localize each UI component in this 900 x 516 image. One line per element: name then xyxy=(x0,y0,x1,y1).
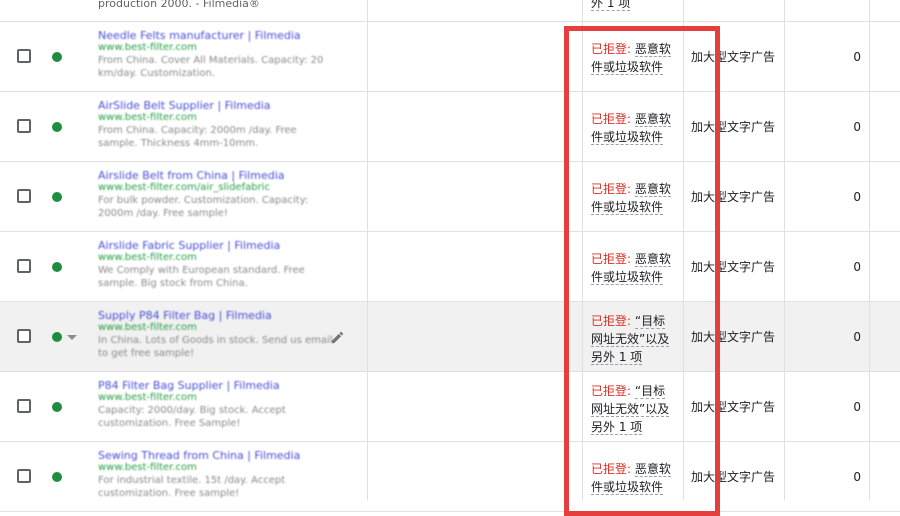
ad-headline[interactable]: Airslide Fabric Supplier | Filmedia xyxy=(98,240,338,252)
edit-pencil-icon[interactable] xyxy=(330,330,345,345)
metric-value: 0 xyxy=(853,260,861,274)
status-cell: 已拒登: 恶意软件或垃圾软件 xyxy=(591,110,675,146)
status-cell: 外 1 项 xyxy=(591,0,675,12)
row-checkbox[interactable] xyxy=(17,119,31,133)
ad-description: For bulk powder. Customization. Capacity… xyxy=(98,195,309,219)
ad-url: www.best-filter.com/air_slidefabric xyxy=(98,182,270,193)
status-dot-enabled-icon xyxy=(52,192,62,202)
table-row-partial: production 2000. - Filmedia® 外 1 项 xyxy=(0,0,900,22)
ad-preview[interactable]: Airslide Belt from China | Filmedia www.… xyxy=(98,170,338,220)
column-divider xyxy=(869,0,870,500)
status-dot-enabled-icon xyxy=(52,122,62,132)
ad-description: In China. Lots of Goods in stock. Send u… xyxy=(98,335,333,359)
ad-preview[interactable]: AirSlide Belt Supplier | Filmedia www.be… xyxy=(98,100,338,150)
status-rejected-label: 已拒登: xyxy=(591,42,632,56)
status-rejected-label: 已拒登: xyxy=(591,182,632,196)
status-cell: 已拒登: 恶意软件或垃圾软件 xyxy=(591,40,675,76)
ad-description: Capacity: 2000/day. Big stock. Accept cu… xyxy=(98,405,286,429)
ad-preview[interactable]: Airslide Fabric Supplier | Filmedia www.… xyxy=(98,240,338,290)
row-checkbox[interactable] xyxy=(17,49,31,63)
status-rejected-label: 已拒登: xyxy=(591,314,632,328)
metric-value: 0 xyxy=(853,120,861,134)
ad-url: www.best-filter.com xyxy=(98,322,197,333)
metric-value: 0 xyxy=(853,470,861,484)
status-dot-enabled-icon[interactable] xyxy=(52,332,62,342)
ad-preview[interactable]: Needle Felts manufacturer | Filmedia www… xyxy=(98,30,338,80)
ad-url: www.best-filter.com xyxy=(98,112,197,123)
table-row[interactable]: Airslide Belt from China | Filmedia www.… xyxy=(0,162,900,232)
status-cell: 已拒登: 恶意软件或垃圾软件 xyxy=(591,460,675,496)
status-rejected-label: 已拒登: xyxy=(591,112,632,126)
status-cell: 已拒登: 恶意软件或垃圾软件 xyxy=(591,250,675,286)
column-divider xyxy=(367,0,368,500)
table-row-hovered[interactable]: Supply P84 Filter Bag | Filmedia www.bes… xyxy=(0,302,900,372)
row-checkbox[interactable] xyxy=(17,469,31,483)
status-dot-enabled-icon xyxy=(52,262,62,272)
ad-url: www.best-filter.com xyxy=(98,252,197,263)
ad-headline[interactable]: P84 Filter Bag Supplier | Filmedia xyxy=(98,380,338,392)
row-checkbox[interactable] xyxy=(17,189,31,203)
status-rejected-label: 已拒登: xyxy=(591,462,632,476)
ad-url: www.best-filter.com xyxy=(98,42,197,53)
ad-type: 加大型文字广告 xyxy=(691,120,776,134)
table-row[interactable]: AirSlide Belt Supplier | Filmedia www.be… xyxy=(0,92,900,162)
status-rejected-label: 已拒登: xyxy=(591,384,632,398)
ad-type: 加大型文字广告 xyxy=(691,400,776,414)
ad-preview[interactable]: P84 Filter Bag Supplier | Filmedia www.b… xyxy=(98,380,338,430)
ad-headline[interactable]: Needle Felts manufacturer | Filmedia xyxy=(98,30,338,42)
metric-value: 0 xyxy=(853,400,861,414)
status-dot-enabled-icon xyxy=(52,52,62,62)
column-divider xyxy=(784,0,785,500)
ad-description: From China. Capacity: 2000m /day. Free s… xyxy=(98,125,297,149)
status-cell: 已拒登: “目标网址无效”以及另外 1 项 xyxy=(591,382,675,436)
status-cell: 已拒登: 恶意软件或垃圾软件 xyxy=(591,180,675,216)
ad-headline[interactable]: Sewing Thread from China | Filmedia xyxy=(98,450,338,462)
ad-type: 加大型文字广告 xyxy=(691,190,776,204)
status-dot-enabled-icon xyxy=(52,402,62,412)
ad-type: 加大型文字广告 xyxy=(691,260,776,274)
metric-value: 0 xyxy=(853,50,861,64)
ad-headline[interactable]: Supply P84 Filter Bag | Filmedia xyxy=(98,310,338,322)
status-dot-enabled-icon xyxy=(52,472,62,482)
ad-type: 加大型文字广告 xyxy=(691,330,776,344)
metric-value: 0 xyxy=(853,330,861,344)
column-divider xyxy=(582,0,583,500)
ad-type: 加大型文字广告 xyxy=(691,470,776,484)
ad-preview[interactable]: Sewing Thread from China | Filmedia www.… xyxy=(98,450,338,500)
column-divider xyxy=(683,0,684,500)
ad-headline[interactable]: AirSlide Belt Supplier | Filmedia xyxy=(98,100,338,112)
row-checkbox[interactable] xyxy=(17,399,31,413)
ad-description: For industrial textile. 15t /day. Accept… xyxy=(98,475,286,499)
metric-value: 0 xyxy=(853,190,861,204)
row-checkbox[interactable] xyxy=(17,329,31,343)
ad-description: We Comply with European standard. Free s… xyxy=(98,265,305,289)
ad-type: 加大型文字广告 xyxy=(691,50,776,64)
table-row[interactable]: P84 Filter Bag Supplier | Filmedia www.b… xyxy=(0,372,900,442)
table-row[interactable]: Needle Felts manufacturer | Filmedia www… xyxy=(0,22,900,92)
status-cell: 已拒登: “目标网址无效”以及另外 1 项 xyxy=(591,312,675,366)
status-reason[interactable]: 外 1 项 xyxy=(591,0,631,11)
ad-preview[interactable]: Supply P84 Filter Bag | Filmedia www.bes… xyxy=(98,310,338,360)
ad-headline[interactable]: Airslide Belt from China | Filmedia xyxy=(98,170,338,182)
row-checkbox[interactable] xyxy=(17,259,31,273)
ad-url: www.best-filter.com xyxy=(98,392,197,403)
ad-url: www.best-filter.com xyxy=(98,462,197,473)
table-row[interactable]: Sewing Thread from China | Filmedia www.… xyxy=(0,442,900,512)
ad-description: From China. Cover All Materials. Capacit… xyxy=(98,55,324,79)
table-row[interactable]: Airslide Fabric Supplier | Filmedia www.… xyxy=(0,232,900,302)
status-rejected-label: 已拒登: xyxy=(591,252,632,266)
ad-description: production 2000. - Filmedia® xyxy=(98,0,260,10)
status-dropdown-icon[interactable] xyxy=(67,335,77,340)
